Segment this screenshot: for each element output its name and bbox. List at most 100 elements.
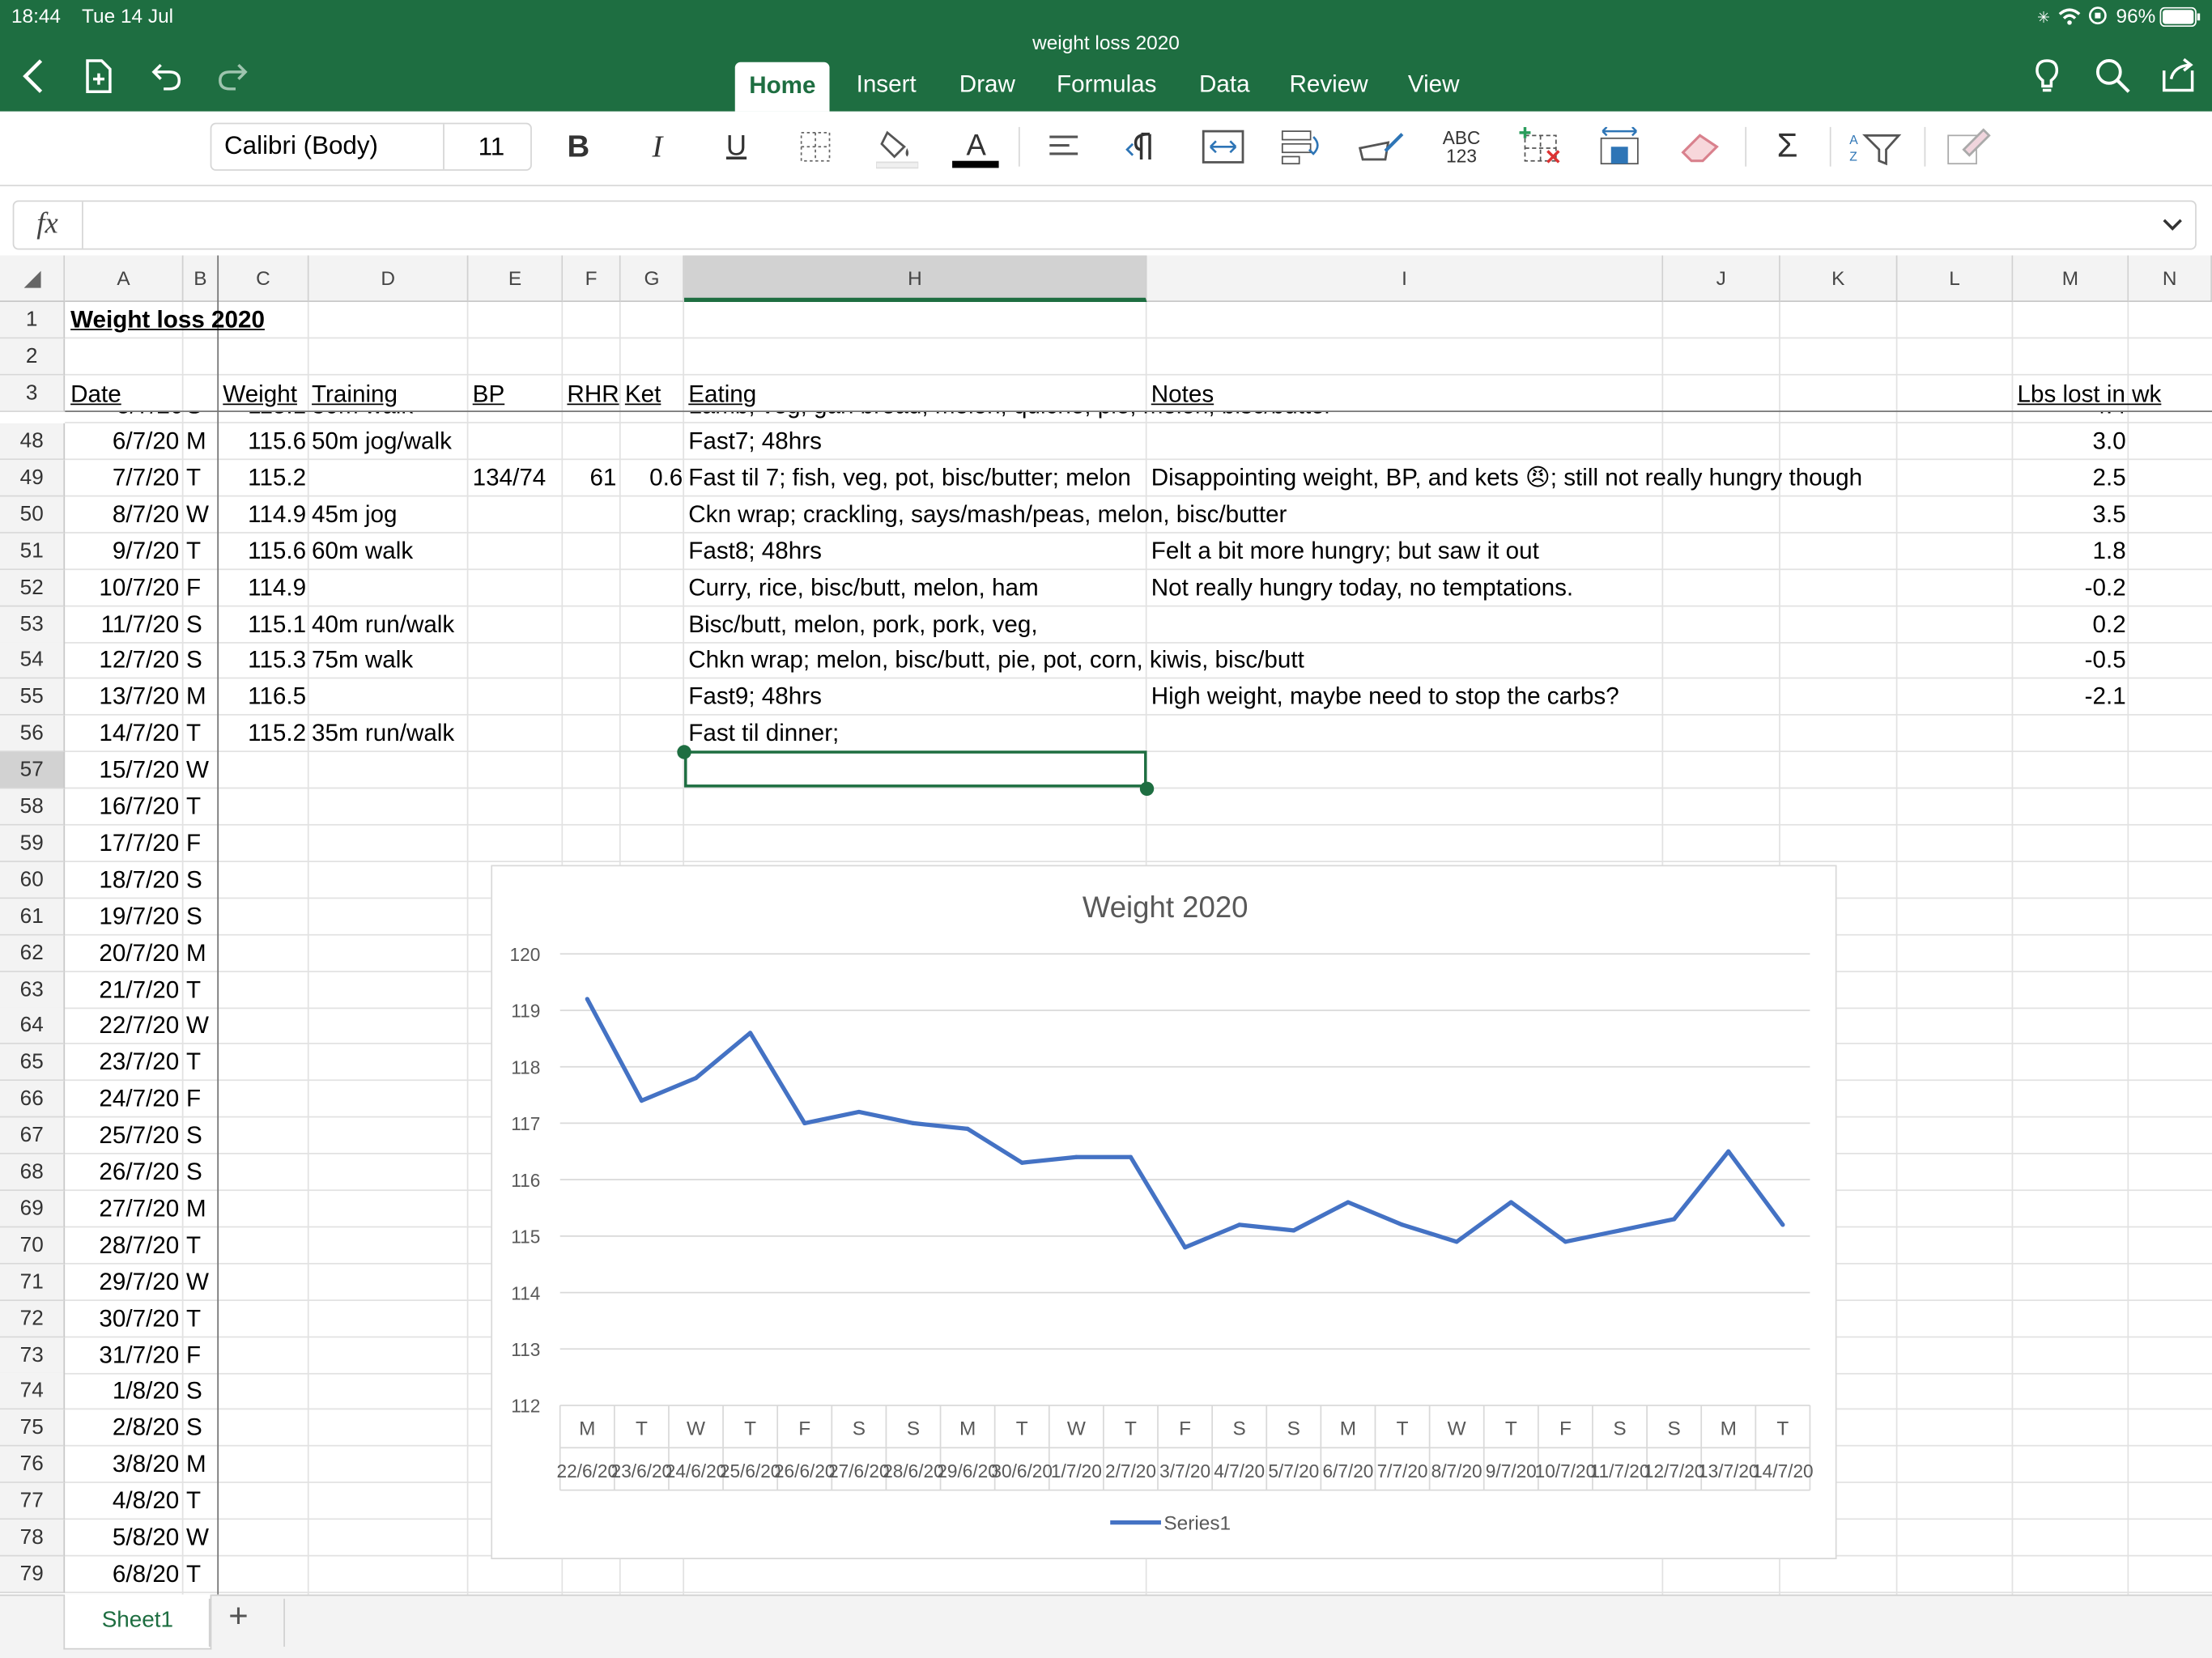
row-header-63[interactable]: 63: [0, 971, 66, 1009]
column-header-h[interactable]: H: [684, 255, 1147, 302]
text-direction-icon[interactable]: [1125, 130, 1161, 164]
insert-delete-cells-icon[interactable]: [1516, 126, 1564, 167]
data-point: [911, 1120, 916, 1126]
column-header-e[interactable]: E: [468, 255, 564, 302]
row-header-67[interactable]: 67: [0, 1117, 66, 1154]
italic-button[interactable]: I: [640, 124, 674, 169]
row-header-48[interactable]: 48: [0, 423, 66, 461]
column-header-c[interactable]: C: [219, 255, 309, 302]
selection-handle-start[interactable]: [677, 745, 691, 759]
row-header-74[interactable]: 74: [0, 1373, 66, 1410]
file-icon[interactable]: [82, 57, 116, 94]
clear-formatting-icon[interactable]: [1944, 124, 1992, 169]
row-header-56[interactable]: 56: [0, 716, 66, 753]
column-gridline: [1895, 301, 1898, 1595]
cell-date: 20/7/20: [99, 939, 180, 967]
column-width-icon[interactable]: [1598, 126, 1640, 167]
borders-icon[interactable]: [800, 131, 831, 162]
row-header-68[interactable]: 68: [0, 1154, 66, 1192]
row-header-49[interactable]: 49: [0, 460, 66, 497]
font-picker[interactable]: Calibri (Body) 11: [210, 122, 532, 171]
underline-button[interactable]: U: [720, 124, 754, 169]
column-header-a[interactable]: A: [65, 255, 184, 302]
column-header-g[interactable]: G: [620, 255, 685, 302]
row-header-70[interactable]: 70: [0, 1227, 66, 1265]
row-header-75[interactable]: 75: [0, 1409, 66, 1448]
tab-draw[interactable]: Draw: [959, 70, 1015, 99]
row-header-58[interactable]: 58: [0, 789, 66, 826]
column-header-j[interactable]: J: [1663, 255, 1780, 302]
row-header-77[interactable]: 77: [0, 1483, 66, 1520]
undo-icon[interactable]: [150, 59, 184, 93]
merge-cells-icon[interactable]: [1202, 129, 1244, 165]
column-header-f[interactable]: F: [563, 255, 621, 302]
tab-data[interactable]: Data: [1199, 70, 1250, 99]
row-header-76[interactable]: 76: [0, 1446, 66, 1484]
row-header-3[interactable]: 3: [0, 375, 66, 412]
redo-icon[interactable]: [216, 59, 250, 93]
selection-handle-end[interactable]: [1139, 781, 1155, 797]
row-header-72[interactable]: 72: [0, 1300, 66, 1337]
column-header-k[interactable]: K: [1780, 255, 1898, 302]
row-header-52[interactable]: 52: [0, 569, 66, 606]
sort-filter-icon[interactable]: AZ: [1848, 127, 1904, 167]
row-header-57[interactable]: 57: [0, 752, 66, 789]
row-header-51[interactable]: 51: [0, 533, 66, 570]
search-icon[interactable]: [2095, 57, 2131, 94]
cell-date: 8/7/20: [112, 500, 180, 528]
row-header-55[interactable]: 55: [0, 678, 66, 716]
row-header-78[interactable]: 78: [0, 1520, 66, 1557]
tab-home[interactable]: Home: [734, 62, 830, 112]
column-header-i[interactable]: I: [1146, 255, 1664, 302]
row-header-1[interactable]: 1: [0, 301, 66, 339]
row-header-2[interactable]: 2: [0, 338, 66, 376]
row-header-59[interactable]: 59: [0, 825, 66, 862]
bold-button[interactable]: B: [561, 124, 595, 169]
number-format-button[interactable]: ABC 123: [1439, 129, 1484, 165]
row-header-54[interactable]: 54: [0, 642, 66, 680]
row-header-61[interactable]: 61: [0, 898, 66, 936]
fill-color-icon[interactable]: [875, 127, 919, 169]
select-all-corner[interactable]: [0, 255, 66, 302]
line-chart[interactable]: Weight 2020 112 113 114 115 116 117 118 119 120 M T…: [491, 865, 1837, 1559]
row-header-62[interactable]: 62: [0, 934, 66, 972]
tab-formulas[interactable]: Formulas: [1057, 70, 1156, 99]
chevron-down-icon[interactable]: [2161, 216, 2184, 236]
column-header-m[interactable]: M: [2013, 255, 2129, 302]
align-left-icon[interactable]: [1047, 133, 1081, 161]
share-icon[interactable]: [2160, 57, 2197, 93]
font-name[interactable]: Calibri (Body): [224, 131, 378, 161]
row-header-66[interactable]: 66: [0, 1081, 66, 1118]
lightbulb-icon[interactable]: [2030, 57, 2064, 96]
autosum-button[interactable]: Σ: [1769, 124, 1806, 169]
format-painter-icon[interactable]: [1357, 129, 1405, 165]
column-header-d[interactable]: D: [308, 255, 469, 302]
column-header-b[interactable]: B: [183, 255, 219, 302]
row-header-71[interactable]: 71: [0, 1264, 66, 1301]
row-header-65[interactable]: 65: [0, 1044, 66, 1082]
add-sheet-button[interactable]: +: [228, 1597, 248, 1637]
row-header-64[interactable]: 64: [0, 1008, 66, 1045]
tab-review[interactable]: Review: [1290, 70, 1368, 99]
formula-bar[interactable]: fx: [12, 200, 2197, 250]
cell-lbs-lost: 2.5: [2092, 464, 2126, 491]
row-header-53[interactable]: 53: [0, 606, 66, 643]
wrap-text-icon[interactable]: [1281, 129, 1323, 165]
row-header-73[interactable]: 73: [0, 1337, 66, 1374]
data-point: [1237, 1222, 1242, 1227]
tab-view[interactable]: View: [1408, 70, 1460, 99]
clear-eraser-icon[interactable]: [1678, 130, 1721, 164]
column-header-n[interactable]: N: [2129, 255, 2212, 302]
font-size[interactable]: 11: [479, 133, 505, 163]
row-header-50[interactable]: 50: [0, 496, 66, 534]
row-header-60[interactable]: 60: [0, 861, 66, 899]
back-icon[interactable]: [17, 57, 51, 96]
cell-weight: 115.6: [248, 537, 307, 564]
row-header-69[interactable]: 69: [0, 1190, 66, 1228]
data-point: [1726, 1149, 1731, 1154]
tab-insert[interactable]: Insert: [857, 70, 917, 99]
row-header-79[interactable]: 79: [0, 1556, 66, 1593]
selected-cell[interactable]: [684, 750, 1147, 788]
column-header-l[interactable]: L: [1897, 255, 2014, 302]
sheet-tab-sheet1[interactable]: Sheet1: [63, 1594, 212, 1650]
